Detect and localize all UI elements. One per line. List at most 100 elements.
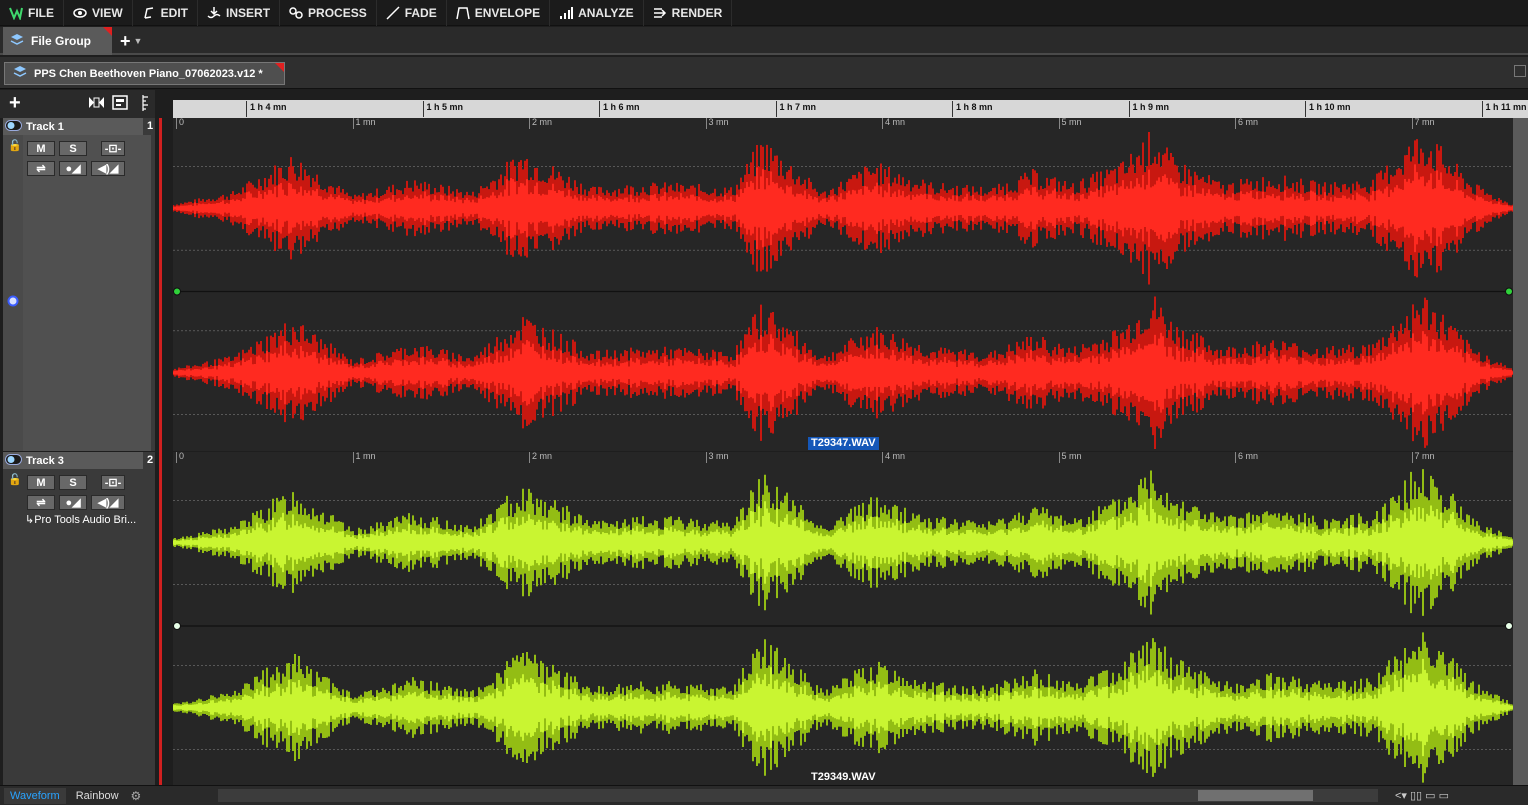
maximize-icon[interactable]: [1514, 65, 1526, 77]
eye-icon: [73, 6, 87, 20]
mute-label: M: [36, 476, 46, 489]
ruler-label: 1 h 6 mn: [599, 101, 640, 117]
monitor-button[interactable]: ◀)◢: [91, 161, 125, 176]
waveform-mode-button[interactable]: Waveform: [4, 787, 66, 804]
ruler-label: 1 h 9 mn: [1128, 101, 1169, 117]
solo-label: S: [69, 142, 77, 155]
document-tab-label: PPS Chen Beethoven Piano_07062023.v12 *: [34, 67, 263, 80]
monitor-button[interactable]: ◀)◢: [91, 495, 125, 510]
gear-icon[interactable]: ⚙: [131, 789, 142, 803]
routing-button[interactable]: -⊡-: [101, 141, 125, 156]
record-button[interactable]: ●◢: [59, 161, 87, 176]
file-group-tab[interactable]: File Group: [3, 27, 112, 55]
clip-ruler: 0 1 mn 2 mn 3 mn 4 mn 5 mn 6 mn 7 mn: [173, 118, 1513, 130]
document-tabbar: PPS Chen Beethoven Piano_07062023.v12 *: [0, 57, 1528, 89]
record-button[interactable]: ●◢: [59, 495, 87, 510]
menu-view-label: VIEW: [92, 5, 123, 20]
envelope-node[interactable]: [1505, 622, 1513, 630]
menu-process[interactable]: PROCESS: [280, 0, 377, 26]
settings-button[interactable]: ⇌: [27, 161, 55, 176]
zoom-controls-icon[interactable]: <▾ ▯▯ ▭ ▭: [1395, 789, 1449, 802]
sliders-icon: ⇌: [36, 497, 46, 509]
file-group-tabbar: File Group + ▼: [0, 27, 1528, 55]
ruler-label: 1 h 7 mn: [775, 101, 816, 117]
track-lane-3[interactable]: 0 1 mn 2 mn 3 mn 4 mn 5 mn 6 mn 7 mn T29349.WAV: [173, 452, 1513, 786]
settings-button[interactable]: ⇌: [27, 495, 55, 510]
clip-name-label[interactable]: T29347.WAV: [808, 437, 879, 450]
track-title-bar[interactable]: Track 3: [3, 452, 143, 469]
record-icon: ●◢: [65, 497, 81, 509]
ruler-toggle-icon[interactable]: [142, 94, 150, 115]
lock-icon[interactable]: 🔓: [8, 473, 22, 486]
record-icon: ●◢: [65, 163, 81, 175]
routing-button[interactable]: -⊡-: [101, 475, 125, 490]
menu-analyze[interactable]: ANALYZE: [550, 0, 644, 26]
edit-icon: [142, 6, 156, 20]
add-tab-button[interactable]: + ▼: [120, 30, 142, 52]
menu-edit[interactable]: EDIT: [133, 0, 199, 26]
ruler-label: 1 h 11 mn: [1481, 101, 1527, 117]
menu-envelope[interactable]: ENVELOPE: [447, 0, 551, 26]
envelope-icon: [455, 6, 470, 20]
track-header-toolbar: +: [0, 90, 155, 118]
clip-ruler-tick: 5 mn: [1058, 118, 1082, 129]
edit-cursor[interactable]: [159, 118, 162, 786]
clip-ruler-tick: 6 mn: [1235, 118, 1258, 129]
menu-envelope-label: ENVELOPE: [474, 5, 541, 20]
clip-ruler-tick: 7 mn: [1411, 452, 1435, 463]
scrollbar-thumb[interactable]: [1198, 790, 1313, 801]
envelope-node[interactable]: [1505, 287, 1513, 296]
solo-button[interactable]: S: [59, 475, 87, 490]
layout-icon[interactable]: [112, 95, 128, 113]
add-track-button[interactable]: +: [9, 92, 21, 115]
menu-view[interactable]: VIEW: [64, 0, 133, 26]
mute-button[interactable]: M: [27, 475, 55, 490]
mute-button[interactable]: M: [27, 141, 55, 156]
document-tab[interactable]: PPS Chen Beethoven Piano_07062023.v12 *: [4, 62, 285, 85]
track-select-icon[interactable]: [7, 295, 19, 310]
clip-name-label[interactable]: T29349.WAV: [808, 771, 879, 784]
time-ruler[interactable]: 1 h 4 mn 1 h 5 mn 1 h 6 mn 1 h 7 mn 1 h 8 mn…: [173, 100, 1528, 118]
speaker-icon: ◀)◢: [97, 163, 119, 175]
file-group-label: File Group: [31, 34, 91, 48]
mute-label: M: [36, 142, 46, 155]
rainbow-mode-button[interactable]: Rainbow: [70, 788, 125, 804]
track-header-3: Track 3 2 🔓 M S -⊡- ⇌ ●◢ ◀)◢ ↳Pro Tools …: [3, 452, 155, 786]
clip-ruler-tick: 4 mn: [882, 118, 905, 129]
envelope-node[interactable]: [173, 622, 181, 630]
fit-tracks-icon[interactable]: [88, 96, 105, 112]
track-controls: M S -⊡- ⇌ ●◢ ◀)◢ ↳Pro Tools Audio Bri...: [23, 469, 151, 786]
montage-icon: [12, 65, 28, 82]
clip-ruler-tick: 0: [176, 118, 184, 129]
menu-fade-label: FADE: [404, 5, 437, 20]
add-tab-label: +: [120, 30, 131, 51]
vertical-scrollbar[interactable]: [1513, 118, 1528, 786]
track-toggle-icon[interactable]: [5, 453, 22, 468]
menu-insert[interactable]: INSERT: [198, 0, 281, 26]
ruler-label: 1 h 4 mn: [246, 101, 287, 117]
menu-render[interactable]: RENDER: [644, 0, 733, 26]
track-controls: M S -⊡- ⇌ ●◢ ◀)◢: [23, 135, 151, 451]
menu-file[interactable]: FILE: [0, 0, 64, 26]
clip-waveform[interactable]: [173, 464, 1513, 786]
insert-icon: [207, 6, 221, 20]
menu-file-label: FILE: [28, 5, 54, 20]
solo-button[interactable]: S: [59, 141, 87, 156]
lock-icon[interactable]: 🔓: [8, 139, 22, 152]
track-title-bar[interactable]: Track 1: [3, 118, 143, 135]
envelope-node[interactable]: [173, 287, 181, 296]
tab-corner-marker: [275, 63, 284, 72]
track-number: 1: [147, 120, 154, 132]
track-toggle-icon[interactable]: [5, 119, 22, 134]
waveform-rms: [173, 164, 1513, 253]
menu-fade[interactable]: FADE: [377, 0, 447, 26]
menu-analyze-label: ANALYZE: [578, 5, 634, 20]
clip-ruler-tick: 3 mn: [705, 452, 729, 463]
file-group-icon: [9, 33, 25, 50]
clip-waveform[interactable]: [173, 130, 1513, 451]
track-lane-1[interactable]: 0 1 mn 2 mn 3 mn 4 mn 5 mn 6 mn 7 mn T29347.WAV: [173, 118, 1513, 451]
clip-ruler-tick: 1 mn: [352, 452, 376, 463]
track-output-label[interactable]: ↳Pro Tools Audio Bri...: [25, 513, 136, 526]
track-number: 2: [147, 454, 154, 466]
horizontal-scrollbar[interactable]: [218, 789, 1378, 802]
